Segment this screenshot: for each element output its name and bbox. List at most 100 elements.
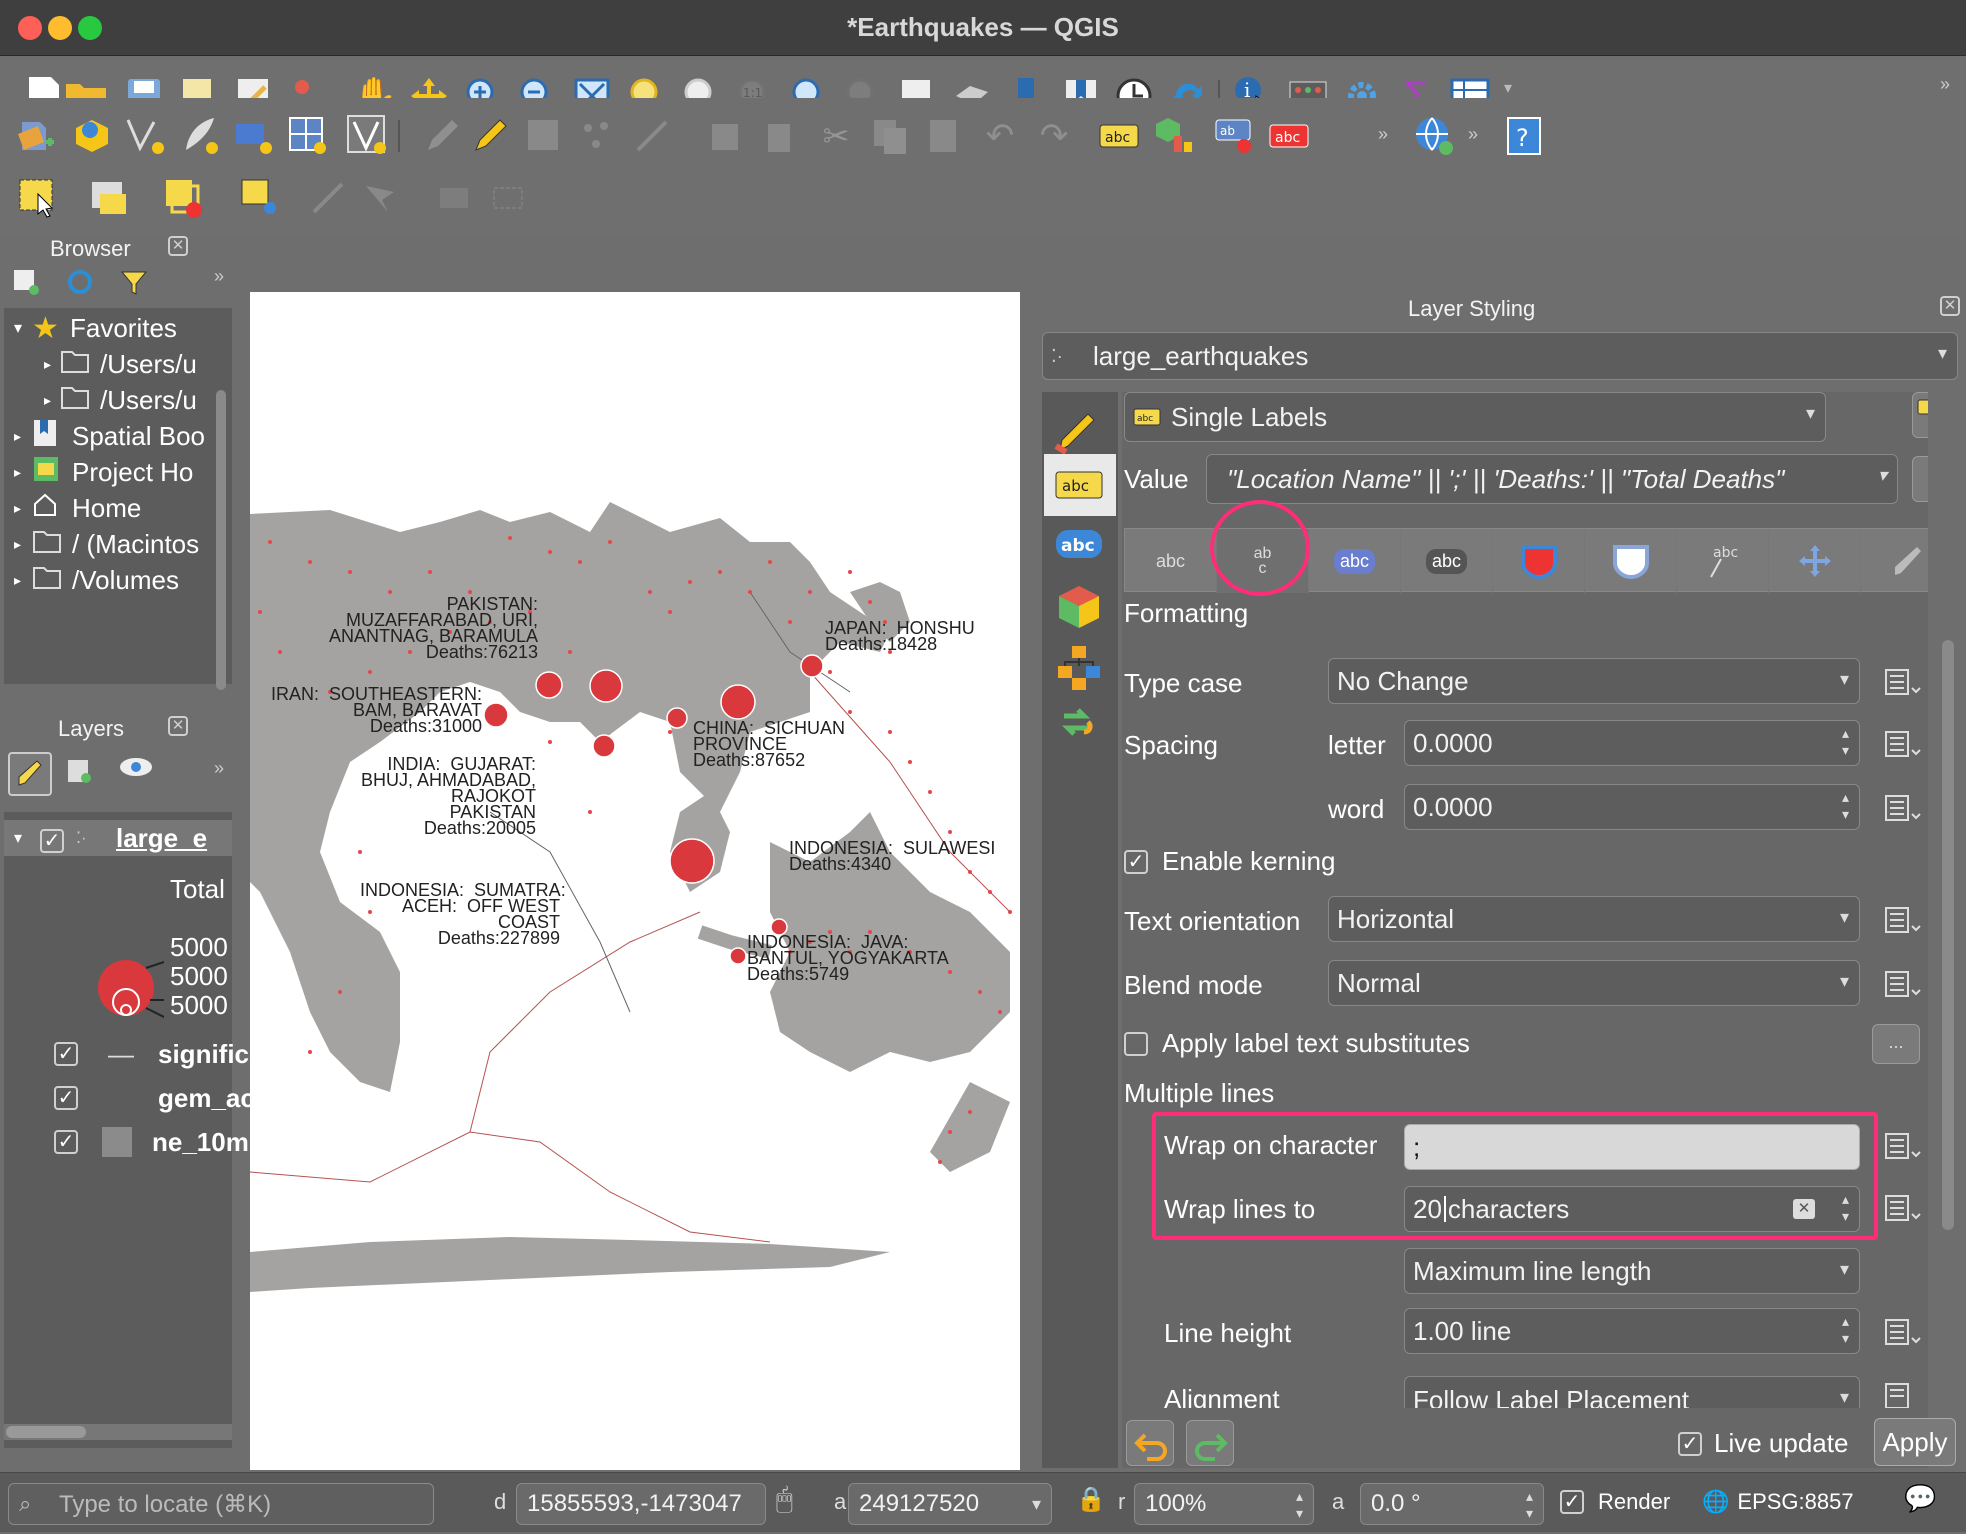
browser-item[interactable]: ▸ / (Macintos — [4, 526, 199, 562]
data-defined-override-icon[interactable] — [1882, 1132, 1922, 1168]
render-checkbox[interactable]: ✓ Render — [1560, 1489, 1670, 1515]
save-layer-edits-icon[interactable] — [520, 112, 568, 160]
live-update-checkbox[interactable]: ✓ Live update — [1678, 1428, 1848, 1459]
new-temporary-layer-icon[interactable] — [230, 112, 278, 160]
undo-style-icon[interactable] — [1126, 1420, 1174, 1466]
layer-select-dropdown[interactable]: ⁚· large_earthquakes — [1042, 332, 1958, 380]
deselect-features-icon[interactable] — [160, 174, 208, 222]
layer-visibility-checkbox[interactable]: ✓ — [40, 828, 64, 853]
toolbar-dropdown-arrow[interactable]: ▾ — [1504, 78, 1512, 98]
data-defined-override-icon[interactable] — [1882, 730, 1922, 766]
map-canvas[interactable]: PAKISTAN: MUZAFFARABAD, URI, ANANTNAG, B… — [250, 292, 1020, 1470]
browser-item[interactable]: ▸/Volumes — [4, 562, 179, 598]
toolbar-overflow-icon[interactable]: » — [1940, 74, 1950, 95]
browser-refresh-icon[interactable] — [66, 268, 98, 300]
word-spacing-spinbox[interactable]: 0.0000 — [1404, 784, 1860, 830]
wrap-mode-dropdown[interactable]: Maximum line length — [1404, 1248, 1860, 1294]
clear-field-icon[interactable]: ✕ — [1793, 1199, 1815, 1219]
new-virtual-layer-icon[interactable] — [284, 112, 332, 160]
apply-substitutes-checkbox[interactable]: Apply label text substitutes — [1124, 1028, 1470, 1059]
web-services-icon[interactable] — [1410, 112, 1458, 160]
layer-row[interactable]: ✓ — signific — [4, 1036, 249, 1072]
layer-styling-toggle-icon[interactable] — [8, 752, 52, 796]
toolbar-overflow-icon-2[interactable]: » — [1378, 124, 1388, 145]
auto-placement-settings-icon[interactable] — [1912, 392, 1928, 438]
labels-tab[interactable]: abc — [1044, 454, 1116, 516]
browser-item[interactable]: ▸/Users/u — [4, 346, 197, 382]
layer-visibility-checkbox[interactable]: ✓ — [54, 1086, 78, 1110]
apply-button[interactable]: Apply — [1874, 1418, 1956, 1466]
rendering-tab-icon[interactable] — [1054, 644, 1106, 692]
browser-item[interactable]: ▸/Users/u — [4, 382, 197, 418]
manage-visibility-icon[interactable] — [118, 756, 158, 788]
layer-visibility-checkbox[interactable]: ✓ — [54, 1042, 78, 1066]
shadow-tab-icon[interactable] — [1585, 529, 1677, 593]
label-toolbar-icon[interactable]: abc — [1096, 112, 1144, 160]
redo-style-icon[interactable] — [1186, 1420, 1234, 1466]
placement-tab-icon[interactable] — [1769, 529, 1861, 593]
data-defined-override-icon[interactable] — [1882, 668, 1922, 704]
data-source-manager-icon[interactable] — [14, 112, 62, 160]
labeling-mode-dropdown[interactable]: abc Single Labels — [1124, 392, 1826, 442]
letter-spacing-spinbox[interactable]: 0.0000 — [1404, 720, 1860, 766]
mouse-coordinate-toggle-icon[interactable]: 🖱 — [776, 1483, 793, 1516]
add-group-icon[interactable] — [66, 756, 98, 788]
wrap-lines-to-spinbox[interactable]: 20 characters ✕ — [1404, 1186, 1860, 1232]
copy-features-icon[interactable] — [866, 112, 914, 160]
data-defined-override-icon[interactable] — [1882, 1382, 1922, 1408]
messages-icon[interactable]: 💬 — [1904, 1483, 1936, 1514]
crs-button[interactable]: 🌐 EPSG:8857 — [1702, 1489, 1854, 1515]
browser-item[interactable]: ▸ Spatial Boo — [4, 418, 205, 454]
callouts-tab-icon[interactable]: abc — [1677, 529, 1769, 593]
select-by-location-icon[interactable] — [236, 174, 284, 222]
new-shapefile-icon[interactable] — [122, 112, 170, 160]
text-orientation-dropdown[interactable]: Horizontal — [1328, 896, 1860, 942]
data-defined-override-icon[interactable] — [1882, 906, 1922, 942]
help-icon[interactable]: ? — [1500, 112, 1548, 160]
vertex-tool-icon[interactable] — [628, 112, 676, 160]
annotation-text-icon[interactable] — [484, 174, 532, 222]
layer-row[interactable]: ✓ gem_ac — [4, 1080, 255, 1116]
modify-attributes-icon[interactable] — [704, 112, 752, 160]
expression-dialog-icon[interactable]: ε — [1912, 456, 1928, 502]
data-defined-override-icon[interactable] — [1882, 970, 1922, 1006]
filter-browser-icon[interactable] — [120, 268, 152, 300]
toolbar-overflow-icon-3[interactable]: » — [1468, 124, 1478, 145]
show-hide-labels-icon[interactable]: abc — [1266, 112, 1314, 160]
new-mesh-layer-icon[interactable] — [344, 112, 392, 160]
layer-styling-close-icon[interactable]: ✕ — [1940, 296, 1960, 316]
new-geopackage-icon[interactable] — [68, 112, 116, 160]
styling-vertical-scrollbar[interactable] — [1942, 640, 1954, 1230]
expand-icon[interactable]: ▾ — [4, 828, 32, 848]
rotation-spinbox[interactable]: 0.0 ° — [1360, 1483, 1544, 1525]
background-tab-icon[interactable] — [1493, 529, 1585, 593]
map-tips-icon[interactable] — [356, 174, 404, 222]
mask-tab[interactable]: abc — [1401, 529, 1493, 593]
scale-dropdown[interactable]: 249127520 — [848, 1483, 1052, 1525]
delete-selected-icon[interactable] — [756, 112, 804, 160]
layer-row-large-earthquakes[interactable]: ▾ ✓ ⁚· large_e — [4, 820, 232, 856]
redo-icon[interactable]: ↷ — [1030, 112, 1078, 160]
diagram-options-icon[interactable] — [1150, 112, 1198, 160]
toggle-editing-icon[interactable] — [466, 112, 514, 160]
layer-visibility-checkbox[interactable]: ✓ — [54, 1130, 78, 1154]
locator-search-input[interactable]: ⌕ Type to locate (⌘K) — [8, 1483, 434, 1525]
coordinate-field[interactable]: 15855593,-1473047 — [516, 1483, 766, 1525]
layer-row[interactable]: ✓ ne_10m — [4, 1124, 249, 1160]
type-case-dropdown[interactable]: No Change — [1328, 658, 1860, 704]
paste-features-icon[interactable] — [920, 112, 968, 160]
undo-icon[interactable]: ↶ — [976, 112, 1024, 160]
3d-view-tab-icon[interactable] — [1056, 584, 1104, 632]
line-height-spinbox[interactable]: 1.00 line — [1404, 1308, 1860, 1354]
masks-tab-icon[interactable]: abc — [1054, 528, 1106, 568]
browser-item[interactable]: ▸ Project Ho — [4, 454, 193, 490]
new-spatialite-icon[interactable] — [176, 112, 224, 160]
annotation-icon[interactable] — [430, 174, 478, 222]
data-defined-override-icon[interactable] — [1882, 1318, 1922, 1354]
blend-mode-dropdown[interactable]: Normal — [1328, 960, 1860, 1006]
rendering-subtab-icon[interactable] — [1861, 529, 1928, 593]
value-expression-field[interactable]: "Location Name" || ';' || 'Deaths:' || "… — [1206, 454, 1898, 504]
buffer-tab[interactable]: abc — [1309, 529, 1401, 593]
browser-vertical-scrollbar[interactable] — [216, 390, 226, 690]
browser-overflow-icon[interactable]: » — [214, 266, 224, 287]
